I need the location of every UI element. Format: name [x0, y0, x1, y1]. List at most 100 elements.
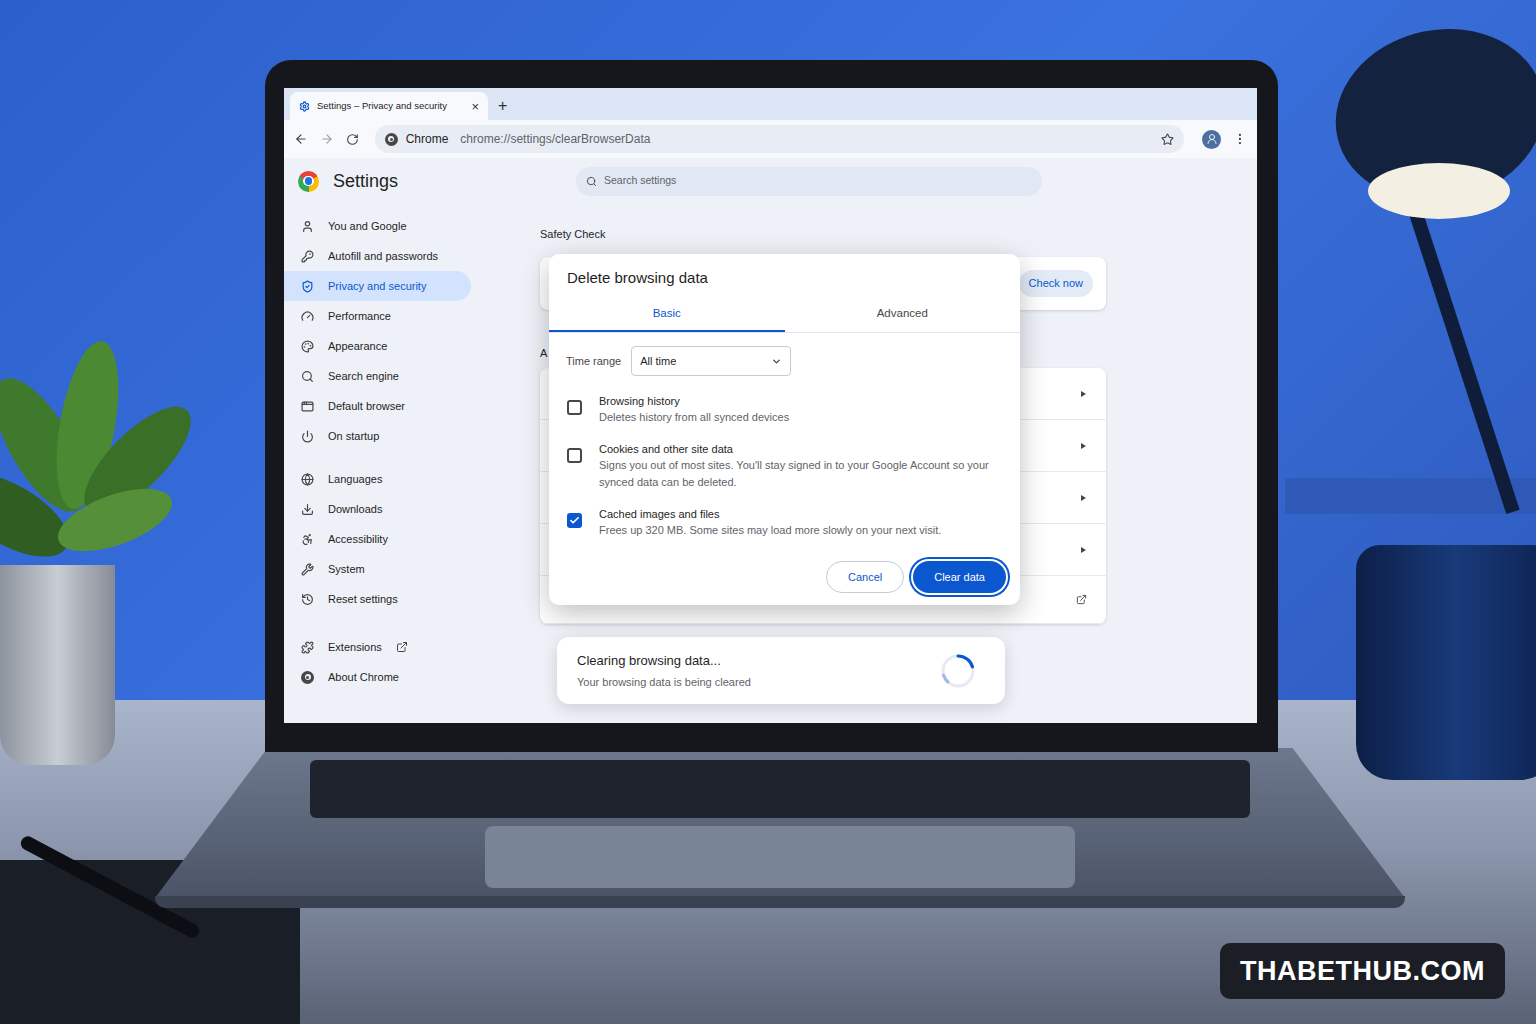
screen: Settings – Privacy and security × + Chromec… — [284, 88, 1257, 723]
sidebar-group: You and Google Autofill and passwords Priv… — [284, 211, 480, 451]
trackpad — [485, 826, 1075, 888]
download-icon — [301, 503, 314, 516]
reload-icon[interactable] — [346, 133, 359, 146]
globe-icon — [301, 473, 314, 486]
sidebar-label: System — [328, 561, 365, 578]
browser-window-icon — [301, 400, 314, 413]
sidebar-label: On startup — [328, 428, 379, 445]
time-range-value: All time — [640, 353, 676, 370]
forward-icon[interactable] — [320, 132, 334, 146]
new-tab-button[interactable]: + — [498, 92, 507, 120]
option-description: Frees up 320 MB. Some sites may load mor… — [599, 522, 941, 539]
wrench-icon — [301, 563, 314, 576]
sidebar-group: ExtensionsAbout Chrome — [284, 632, 480, 692]
sidebar-item[interactable]: About Chrome — [284, 662, 471, 692]
lamp-light — [1368, 163, 1510, 219]
gauge-icon — [301, 310, 314, 323]
option-description: Deletes history from all synced devices — [599, 409, 789, 426]
dialog-buttons: Cancel Clear data — [549, 561, 1020, 593]
time-range-label: Time range — [566, 353, 621, 370]
sidebar-item[interactable]: Appearance — [284, 331, 471, 361]
sidebar-item[interactable]: Default browser — [284, 391, 471, 421]
laptop-front-edge — [155, 896, 1405, 908]
puzzle-icon — [301, 641, 314, 654]
sidebar-item[interactable]: Performance — [284, 301, 471, 331]
omnibox-site: Chrome — [406, 130, 449, 148]
browser-tab[interactable]: Settings – Privacy and security × — [290, 92, 488, 120]
sidebar-label: Performance — [328, 308, 391, 325]
sidebar-item[interactable]: On startup — [284, 421, 471, 451]
sidebar-label: Accessibility — [328, 531, 388, 548]
sidebar-item[interactable]: Autofill and passwords — [284, 241, 471, 271]
shield-icon — [301, 280, 314, 293]
option-row[interactable]: Browsing historyDeletes history from all… — [567, 393, 992, 426]
time-range-select[interactable]: All time — [631, 346, 791, 376]
sidebar-label: Default browser — [328, 398, 405, 415]
sidebar-item[interactable]: Search engine — [284, 361, 471, 391]
power-icon — [301, 430, 314, 443]
settings-header: Settings Search settings — [284, 158, 1257, 204]
sidebar-label: Languages — [328, 471, 382, 488]
arrow-right-icon — [1079, 494, 1087, 502]
sidebar-item[interactable]: Downloads — [284, 494, 471, 524]
dialog-tab[interactable]: Advanced — [785, 298, 1021, 332]
option-label: Browsing history — [599, 393, 789, 409]
safety-check-label: Safety Check — [540, 226, 1106, 242]
clearing-toast: Clearing browsing data...Your browsing d… — [557, 637, 1005, 704]
sidebar-item[interactable]: Reset settings — [284, 584, 471, 614]
sidebar-item[interactable]: Extensions — [284, 632, 471, 662]
arrow-right-icon — [1079, 390, 1087, 398]
sidebar-item[interactable]: You and Google — [284, 211, 471, 241]
toolbar: Chromechrome://settings/clearBrowserData — [284, 120, 1257, 158]
sidebar-label: Privacy and security — [328, 278, 426, 295]
menu-dots-icon[interactable] — [1233, 132, 1247, 146]
spinner-icon — [939, 652, 977, 690]
bookmark-star-icon[interactable] — [1161, 133, 1174, 146]
watermark-text: THABETHUB.COM — [1240, 951, 1485, 992]
keyboard — [310, 760, 1250, 818]
sidebar-item[interactable]: System — [284, 554, 471, 584]
dialog-tabs: BasicAdvanced — [549, 298, 1020, 333]
checkbox-checked[interactable] — [567, 513, 582, 528]
external-link-icon — [1076, 594, 1087, 605]
checkbox-unchecked[interactable] — [567, 448, 582, 463]
tab-title: Settings – Privacy and security — [317, 99, 464, 113]
option-row[interactable]: Cached images and filesFrees up 320 MB. … — [567, 506, 992, 539]
sidebar-item[interactable]: Privacy and security — [284, 271, 471, 301]
palette-icon — [301, 340, 314, 353]
clear-data-button[interactable]: Clear data — [913, 561, 1006, 593]
check-now-button[interactable]: Check now — [1019, 270, 1093, 297]
laptop-base — [155, 748, 1405, 898]
person-icon — [301, 220, 314, 233]
dropdown-caret-icon — [771, 356, 782, 367]
chrome-icon — [301, 671, 314, 684]
plant — [0, 330, 220, 590]
option-row[interactable]: Cookies and other site dataSigns you out… — [567, 441, 992, 491]
gear-icon — [299, 101, 310, 112]
sidebar-label: Autofill and passwords — [328, 248, 438, 265]
profile-avatar[interactable] — [1202, 130, 1221, 149]
back-icon[interactable] — [294, 132, 308, 146]
option-label: Cached images and files — [599, 506, 941, 522]
tab-close[interactable]: × — [471, 100, 479, 113]
checkbox-unchecked[interactable] — [567, 400, 582, 415]
laptop-lid: Settings – Privacy and security × + Chromec… — [265, 60, 1278, 752]
time-range-row: Time range All time — [549, 346, 1020, 376]
sidebar-item[interactable]: Languages — [284, 464, 471, 494]
search-icon — [586, 176, 597, 187]
settings-title: Settings — [333, 168, 398, 195]
sidebar-label: Appearance — [328, 338, 387, 355]
cancel-button[interactable]: Cancel — [826, 561, 904, 593]
search-settings[interactable]: Search settings — [576, 167, 1042, 196]
plant-pot — [0, 565, 115, 765]
sidebar-item[interactable]: Accessibility — [284, 524, 471, 554]
omnibox[interactable]: Chromechrome://settings/clearBrowserData — [375, 125, 1185, 153]
sidebar-label: Downloads — [328, 501, 382, 518]
external-link-icon — [396, 641, 408, 653]
dialog-tab[interactable]: Basic — [549, 298, 785, 332]
sidebar-label: You and Google — [328, 218, 407, 235]
key-icon — [301, 250, 314, 263]
search-placeholder: Search settings — [604, 173, 676, 189]
sidebar-label: Reset settings — [328, 591, 398, 608]
option-label: Cookies and other site data — [599, 441, 992, 457]
